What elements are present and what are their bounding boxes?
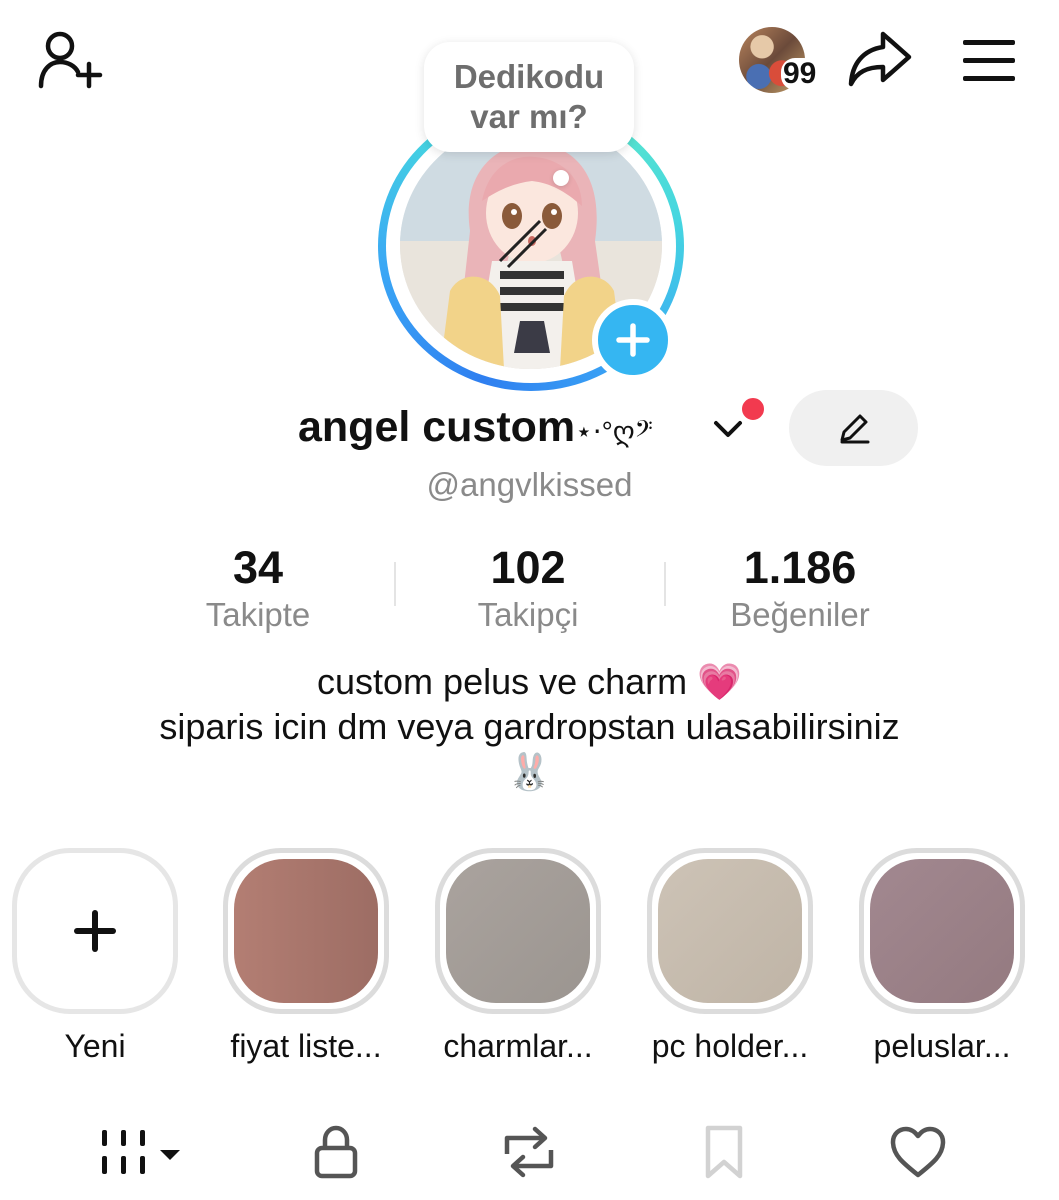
hamburger-menu-icon (963, 40, 1015, 81)
stat-divider (664, 562, 666, 606)
caret-down-icon (160, 1150, 180, 1160)
stat-label: Takipte (205, 596, 311, 633)
tab-videos[interactable] (100, 1122, 184, 1182)
bio-line2: siparis icin dm veya gardropstan ulasabi… (159, 706, 900, 747)
chevron-down-icon[interactable] (712, 418, 744, 442)
grid-icon (102, 1130, 180, 1174)
bookmark-icon (705, 1125, 743, 1179)
stat-value: 34 (232, 542, 284, 593)
add-friend-button[interactable] (38, 30, 104, 90)
stat-likes[interactable]: 1.186 Beğeniler (670, 542, 930, 636)
highlight-cover (446, 859, 590, 1003)
tab-private[interactable] (308, 1122, 364, 1182)
add-user-icon (38, 31, 103, 89)
share-arrow-icon (848, 31, 912, 87)
tab-liked[interactable] (888, 1122, 948, 1182)
repost-icon (504, 1126, 554, 1178)
stat-value: 1.186 (743, 542, 857, 593)
bio-line3: 🐰 (507, 751, 552, 792)
status-note-line2: var mı? (470, 98, 588, 135)
heart-icon (890, 1126, 946, 1178)
stat-following[interactable]: 34 Takipte (128, 542, 388, 636)
notification-count: 99 (781, 57, 819, 90)
highlight-cover (658, 859, 802, 1003)
edit-profile-button[interactable] (789, 390, 918, 466)
highlight-new[interactable]: Yeni (12, 848, 178, 1064)
status-note-line1: Dedikodu (453, 58, 605, 95)
add-story-button[interactable] (592, 299, 674, 381)
highlight-label: fiyat liste... (230, 1028, 382, 1064)
highlight-item[interactable]: pc holder... (647, 848, 813, 1064)
plus-icon (74, 910, 116, 952)
lock-icon (314, 1125, 358, 1179)
highlight-label: pc holder... (651, 1028, 809, 1064)
notification-red-dot (739, 395, 767, 423)
plus-icon (616, 323, 650, 357)
profile-name[interactable]: angel custom⋆⋅°ღ𝄢 (298, 403, 653, 452)
profile-handle: @angvlkissed (426, 466, 633, 503)
stat-value: 102 (490, 542, 566, 593)
menu-button[interactable] (961, 38, 1017, 82)
pencil-icon (840, 414, 869, 444)
status-note-bubble[interactable]: Dedikodu var mı? (424, 42, 634, 152)
profile-name-text: angel custom (298, 403, 576, 451)
tab-favorites[interactable] (700, 1122, 748, 1182)
highlight-label: charmlar... (443, 1028, 593, 1064)
tab-reposts[interactable] (498, 1122, 560, 1182)
stat-followers[interactable]: 102 Takipçi (398, 542, 658, 636)
highlight-item[interactable]: charmlar... (435, 848, 601, 1064)
stat-divider (394, 562, 396, 606)
profile-name-decoration: ⋆⋅°ღ𝄢 (575, 416, 653, 447)
highlight-label: Yeni (64, 1028, 126, 1064)
highlight-item[interactable]: fiyat liste... (223, 848, 389, 1064)
highlight-label: peluslar... (873, 1028, 1011, 1064)
highlight-item[interactable]: peluslar... (859, 848, 1025, 1064)
highlight-cover (870, 859, 1014, 1003)
bubble-tail-dot (553, 170, 569, 186)
stat-label: Takipçi (477, 596, 579, 633)
bio-line1: custom pelus ve charm 💗 (317, 661, 742, 702)
stat-label: Beğeniler (730, 596, 870, 633)
highlight-cover (234, 859, 378, 1003)
share-button[interactable] (847, 30, 913, 90)
